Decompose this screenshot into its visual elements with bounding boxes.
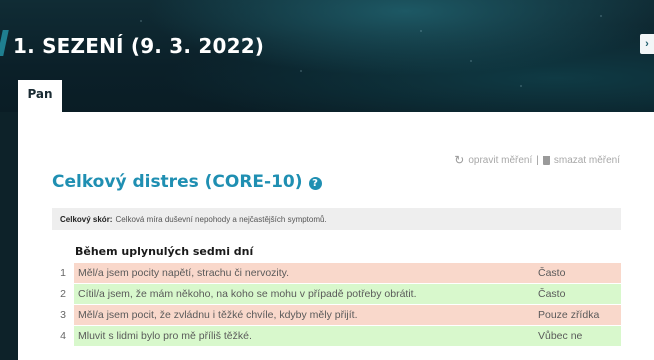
refresh-icon[interactable]: ↻ [454,153,464,167]
item-question: Měl/a jsem pocit, že zvládnu i těžké chv… [74,305,535,325]
item-number: 2 [52,284,74,304]
score-description: Celkový skór: Celková míra duševní nepoh… [52,208,621,230]
section-title: Celkový distres (CORE-10) ? [52,172,322,192]
item-question: Mluvit s lidmi bylo pro mě příliš těžké. [74,326,535,346]
list-item: 1 Měl/a jsem pocity napětí, strachu či n… [52,263,621,283]
questionnaire-items: 1 Měl/a jsem pocity napětí, strachu či n… [52,263,621,347]
list-item: 4 Mluvit s lidmi bylo pro mě příliš těžk… [52,326,621,346]
score-label: Celkový skór: [60,214,113,224]
help-icon[interactable]: ? [308,176,322,190]
score-text: Celková míra duševní nepohody a nejčastě… [115,214,327,224]
trash-icon[interactable] [542,155,550,165]
tab-pan[interactable]: Pan [18,80,62,112]
measurement-actions: ↻ opravit měření | smazat měření [454,153,620,167]
actions-separator: | [536,154,539,166]
list-item: 2 Cítil/a jsem, že mám někoho, na koho s… [52,284,621,304]
item-question: Cítil/a jsem, že mám někoho, na koho se … [74,284,535,304]
item-number: 4 [52,326,74,346]
item-question: Měl/a jsem pocity napětí, strachu či ner… [74,263,535,283]
list-item: 3 Měl/a jsem pocit, že zvládnu i těžké c… [52,305,621,325]
item-answer: Často [535,284,621,304]
header-banner: 1. SEZENÍ (9. 3. 2022) › Pan [0,0,654,112]
delete-measurement-link[interactable]: smazat měření [554,155,620,166]
item-number: 1 [52,263,74,283]
item-answer: Vůbec ne [535,326,621,346]
period-heading: Během uplynulých sedmi dní [75,245,254,258]
left-rail [0,112,18,360]
page-title: 1. SEZENÍ (9. 3. 2022) [13,34,265,58]
item-number: 3 [52,305,74,325]
section-title-text: Celkový distres (CORE-10) [52,172,303,192]
item-answer: Pouze zřídka [535,305,621,325]
item-answer: Často [535,263,621,283]
edit-measurement-link[interactable]: opravit měření [468,155,532,166]
chevron-right-icon[interactable]: › [640,34,654,54]
title-accent [0,30,9,56]
